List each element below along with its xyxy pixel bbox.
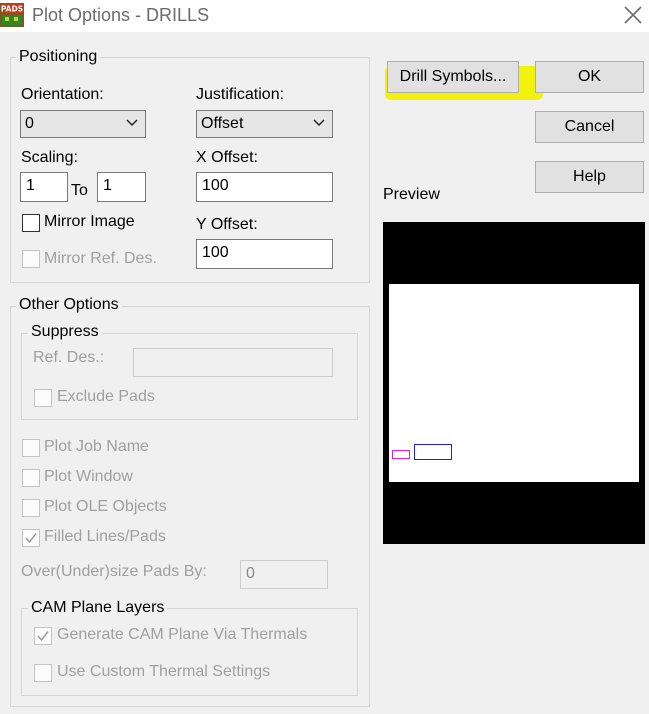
scale-from-value: 1 xyxy=(26,177,35,194)
app-icon-text: PADS xyxy=(1,5,23,14)
justification-label: Justification: xyxy=(196,86,285,103)
scale-to-value: 1 xyxy=(103,177,112,194)
help-button[interactable]: Help xyxy=(535,161,644,193)
exclude-pads-checkbox xyxy=(34,389,52,407)
close-icon[interactable] xyxy=(620,2,646,28)
filled-lines-label: Filled Lines/Pads xyxy=(44,528,166,545)
cancel-button[interactable]: Cancel xyxy=(535,111,644,143)
justification-value: Offset xyxy=(201,115,244,132)
plot-ole-checkbox xyxy=(22,499,40,517)
filled-lines-checkbox xyxy=(22,529,40,547)
cancel-label: Cancel xyxy=(564,118,615,135)
justification-select[interactable]: Offset xyxy=(196,110,333,138)
help-label: Help xyxy=(573,168,606,185)
generate-cam-label: Generate CAM Plane Via Thermals xyxy=(57,626,308,643)
other-options-legend: Other Options xyxy=(16,296,122,314)
orientation-value: 0 xyxy=(25,115,34,132)
x-offset-input[interactable]: 100 xyxy=(196,172,333,202)
pads-app-icon: PADS xyxy=(0,3,24,27)
mirror-image-label[interactable]: Mirror Image xyxy=(44,213,135,231)
scale-to-input[interactable]: 1 xyxy=(97,172,146,202)
oversize-value: 0 xyxy=(246,565,255,582)
oversize-input: 0 xyxy=(240,560,328,589)
orientation-label: Orientation: xyxy=(21,86,104,103)
oversize-label: Over(Under)size Pads By: xyxy=(21,563,207,580)
plot-job-name-checkbox xyxy=(22,439,40,457)
plot-window-label: Plot Window xyxy=(44,468,133,485)
y-offset-input[interactable]: 100 xyxy=(196,239,333,269)
custom-thermal-checkbox xyxy=(34,664,52,682)
checkmark-icon xyxy=(25,533,37,544)
orientation-select[interactable]: 0 xyxy=(20,110,146,138)
window-title: Plot Options - DRILLS xyxy=(32,5,210,25)
plot-ole-label: Plot OLE Objects xyxy=(44,498,167,515)
generate-cam-checkbox xyxy=(34,627,52,645)
scaling-label: Scaling: xyxy=(21,149,78,166)
y-offset-value: 100 xyxy=(202,244,229,261)
checkmark-icon xyxy=(37,631,49,642)
ok-button[interactable]: OK xyxy=(535,61,644,93)
x-offset-value: 100 xyxy=(202,177,229,194)
cam-plane-group xyxy=(21,608,358,696)
mirror-ref-label: Mirror Ref. Des. xyxy=(44,250,157,267)
mirror-image-checkbox[interactable] xyxy=(22,214,40,232)
scale-from-input[interactable]: 1 xyxy=(20,172,68,202)
ok-label: OK xyxy=(577,68,602,85)
preview-blue-marker xyxy=(414,444,452,460)
plot-job-name-label: Plot Job Name xyxy=(44,438,149,455)
x-offset-label: X Offset: xyxy=(196,149,258,166)
chevron-down-icon xyxy=(126,119,138,127)
ref-des-input xyxy=(133,348,333,377)
plot-window-checkbox xyxy=(22,469,40,487)
exclude-pads-label: Exclude Pads xyxy=(57,388,155,405)
ref-des-label: Ref. Des.: xyxy=(33,349,105,366)
drill-symbols-button[interactable]: Drill Symbols... xyxy=(387,61,519,93)
custom-thermal-label: Use Custom Thermal Settings xyxy=(57,663,271,680)
to-label: To xyxy=(71,182,88,199)
cam-plane-legend: CAM Plane Layers xyxy=(28,599,168,617)
drill-symbols-label: Drill Symbols... xyxy=(399,68,507,85)
y-offset-label: Y Offset: xyxy=(196,216,258,233)
preview-magenta-marker xyxy=(392,450,410,459)
mirror-ref-checkbox xyxy=(22,250,40,268)
chevron-down-icon xyxy=(313,119,325,127)
positioning-legend: Positioning xyxy=(16,48,101,66)
suppress-legend: Suppress xyxy=(28,323,102,341)
preview-label: Preview xyxy=(383,186,440,203)
